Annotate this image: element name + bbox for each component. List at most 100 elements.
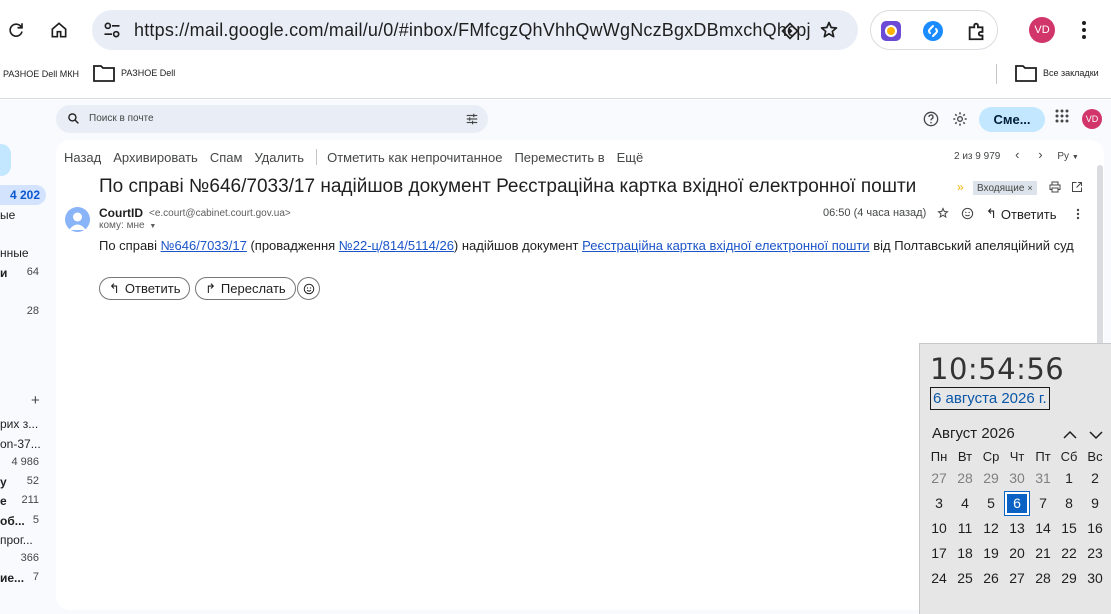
archive-button[interactable]: Архивировать [113, 150, 198, 165]
nav-item-label[interactable]: и [0, 266, 7, 280]
calendar-day[interactable]: 10 [926, 516, 952, 541]
site-settings-icon[interactable] [102, 20, 122, 40]
calendar-day[interactable]: 21 [1030, 541, 1056, 566]
details-caret-icon[interactable]: ▼ [149, 223, 156, 230]
translate-icon[interactable] [780, 21, 800, 41]
next-month-chevron-icon[interactable] [1088, 427, 1104, 443]
emoji-reaction-button[interactable] [297, 277, 320, 300]
calendar-day[interactable]: 29 [1056, 566, 1082, 591]
bookmark-item[interactable]: РАЗНОЕ Dell МКН [3, 69, 79, 79]
calendar-day[interactable]: 27 [1004, 566, 1030, 591]
calendar-day[interactable]: 1 [1056, 466, 1082, 491]
search-options-icon[interactable] [465, 112, 479, 126]
case-number-link[interactable]: №646/7033/17 [161, 238, 247, 253]
compose-button[interactable] [0, 144, 11, 176]
calendar-day-today[interactable]: 6 [1004, 491, 1030, 516]
proceeding-number-link[interactable]: №22-ц/814/5114/26 [339, 238, 454, 253]
label-item[interactable]: об... [0, 514, 25, 528]
calendar-day[interactable]: 5 [978, 491, 1004, 516]
calendar-day[interactable]: 4 [952, 491, 978, 516]
account-avatar[interactable]: VD [1082, 109, 1102, 129]
calendar-day[interactable]: 31 [1030, 466, 1056, 491]
calendar-day[interactable]: 22 [1056, 541, 1082, 566]
calendar-day[interactable]: 12 [978, 516, 1004, 541]
calendar-day[interactable]: 26 [978, 566, 1004, 591]
settings-gear-icon[interactable] [949, 108, 971, 130]
spam-button[interactable]: Спам [210, 150, 243, 165]
reply-button[interactable]: ↰ Ответить [99, 277, 191, 300]
calendar-day[interactable]: 20 [1004, 541, 1030, 566]
document-link[interactable]: Реєстраційна картка вхідної електронної … [582, 238, 870, 253]
label-item[interactable]: прог... [0, 533, 33, 547]
search-icon[interactable] [67, 112, 80, 125]
open-in-new-window-icon[interactable] [1071, 181, 1083, 193]
calendar-day[interactable]: 14 [1030, 516, 1056, 541]
calendar-day[interactable]: 25 [952, 566, 978, 591]
input-language-button[interactable]: Ру [1057, 151, 1069, 162]
calendar-day[interactable]: 24 [926, 566, 952, 591]
remove-label-icon[interactable]: × [1027, 183, 1032, 193]
calendar-day[interactable]: 11 [952, 516, 978, 541]
move-to-button[interactable]: Переместить в [514, 150, 604, 165]
home-icon[interactable] [43, 14, 75, 46]
label-item[interactable]: y [0, 475, 7, 489]
calendar-day[interactable]: 28 [952, 466, 978, 491]
calendar-day[interactable]: 16 [1082, 516, 1108, 541]
more-options-icon[interactable] [1074, 207, 1082, 221]
shazam-extension-icon[interactable] [922, 20, 944, 42]
label-item[interactable]: on-37... [0, 437, 41, 451]
calendar-day[interactable]: 30 [1082, 566, 1108, 591]
color-picker-extension-icon[interactable] [880, 20, 902, 42]
calendar-day[interactable]: 8 [1056, 491, 1082, 516]
calendar-day[interactable]: 23 [1082, 541, 1108, 566]
calendar-day[interactable]: 3 [926, 491, 952, 516]
calendar-day[interactable]: 7 [1030, 491, 1056, 516]
calendar-day[interactable]: 30 [1004, 466, 1030, 491]
calendar-day[interactable]: 15 [1056, 516, 1082, 541]
calendar-day[interactable]: 27 [926, 466, 952, 491]
delete-button[interactable]: Удалить [254, 150, 304, 165]
google-apps-icon[interactable] [1054, 108, 1074, 128]
calendar-day[interactable]: 13 [1004, 516, 1030, 541]
reload-icon[interactable] [0, 14, 32, 46]
bookmark-folder[interactable]: РАЗНОЕ Dell [93, 64, 175, 82]
address-bar[interactable]: https://mail.google.com/mail/u/0/#inbox/… [92, 10, 858, 50]
forward-button[interactable]: ↱ Переслать [195, 277, 296, 300]
add-reaction-icon[interactable] [961, 207, 974, 220]
browser-menu-icon[interactable] [1076, 18, 1092, 42]
label-item[interactable]: ие... [0, 571, 24, 585]
label-item[interactable]: рих з... [0, 417, 38, 431]
calendar-day[interactable]: 29 [978, 466, 1004, 491]
scrollbar[interactable] [1097, 165, 1103, 345]
profile-avatar[interactable]: VD [1029, 17, 1055, 43]
calendar-day[interactable]: 2 [1082, 466, 1108, 491]
clock-date-link[interactable]: 6 августа 2026 г. [930, 387, 1050, 410]
reply-button-header[interactable]: ↰ Ответить [986, 206, 1056, 222]
nav-item-label[interactable]: нные [0, 246, 29, 260]
sender-name[interactable]: CourtID [99, 206, 143, 220]
print-icon[interactable] [1049, 181, 1061, 193]
calendar-day[interactable]: 18 [952, 541, 978, 566]
recipient-line[interactable]: кому: мне ▼ [99, 220, 156, 231]
calendar-day[interactable]: 9 [1082, 491, 1108, 516]
switch-account-button[interactable]: Сме... [979, 107, 1045, 132]
create-label-button[interactable]: + [31, 392, 40, 409]
back-button[interactable]: Назад [64, 150, 101, 165]
importance-marker-icon[interactable]: » [957, 180, 964, 194]
mark-unread-button[interactable]: Отметить как непрочитанное [327, 150, 502, 165]
calendar-day[interactable]: 19 [978, 541, 1004, 566]
previous-month-chevron-icon[interactable] [1062, 427, 1078, 443]
all-bookmarks-folder[interactable]: Все закладки [1015, 64, 1099, 82]
search-input[interactable]: Поиск в почте [89, 113, 154, 124]
help-icon[interactable] [920, 108, 942, 130]
extensions-puzzle-icon[interactable] [966, 20, 988, 42]
calendar-day[interactable]: 28 [1030, 566, 1056, 591]
calendar-day[interactable]: 17 [926, 541, 952, 566]
star-icon[interactable] [937, 207, 949, 219]
bookmark-star-icon[interactable] [819, 20, 839, 40]
url-text[interactable]: https://mail.google.com/mail/u/0/#inbox/… [134, 20, 811, 41]
sender-avatar[interactable] [65, 207, 90, 232]
search-bar[interactable]: Поиск в почте [56, 105, 488, 133]
prev-chevron-icon[interactable]: ‹ [1015, 147, 1019, 162]
next-chevron-icon[interactable]: › [1038, 147, 1042, 162]
